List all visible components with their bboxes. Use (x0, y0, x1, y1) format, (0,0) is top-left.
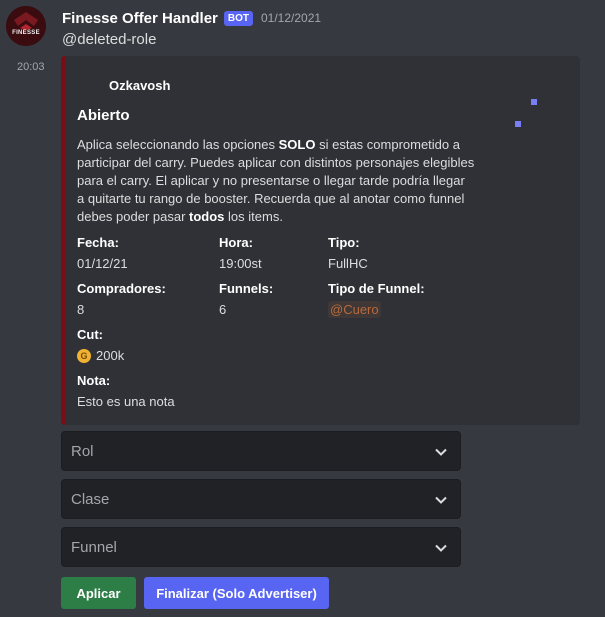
field-value: 6 (219, 302, 227, 317)
field-tipo: Tipo: FullHC (328, 234, 368, 272)
thumbnail-dot (515, 121, 521, 127)
message-timestamp: 01/12/2021 (261, 11, 322, 25)
field-compradores: Compradores: 8 (77, 280, 166, 318)
role-mention-text: @deleted-role (62, 31, 157, 48)
field-name: Compradores: (77, 281, 166, 296)
embed-title: Abierto (77, 107, 130, 124)
chevron-down-icon (435, 544, 447, 552)
field-name: Tipo de Funnel: (328, 281, 425, 296)
bot-avatar[interactable]: FINESSE (6, 6, 46, 46)
field-funnels: Funnels: 6 (219, 280, 273, 318)
field-cut: Cut: G 200k (77, 326, 124, 364)
field-value: 19:00st (219, 256, 262, 271)
field-name: Tipo: (328, 235, 360, 250)
message-header: Finesse Offer Handler BOT 01/12/2021 (62, 8, 321, 28)
select-clase[interactable]: Clase (61, 479, 461, 519)
embed-thumbnail[interactable] (486, 74, 566, 154)
field-name: Funnels: (219, 281, 274, 296)
field-hora: Hora: 19:00st (219, 234, 262, 272)
bot-badge: BOT (223, 10, 253, 26)
select-funnel[interactable]: Funnel (61, 527, 461, 567)
field-name: Nota: (77, 373, 111, 388)
desc-bold-1: SOLO (278, 137, 316, 152)
funnel-role-mention[interactable]: @Cuero (328, 301, 381, 318)
select-placeholder: Funnel (71, 539, 117, 556)
field-value: 01/12/21 (77, 256, 128, 271)
select-rol[interactable]: Rol (61, 431, 461, 471)
offer-embed: Ozkavosh Abierto Aplica seleccionando la… (61, 56, 580, 425)
field-value: 8 (77, 302, 85, 317)
field-name: Hora: (219, 235, 253, 250)
side-timestamp: 20:03 (17, 61, 45, 73)
finesse-logo-icon (6, 6, 46, 46)
gold-coin-icon: G (77, 348, 91, 363)
avatar-logo-text: FINESSE (12, 30, 40, 36)
field-tipo-funnel: Tipo de Funnel: @Cuero (328, 280, 425, 318)
embed-author: Ozkavosh (109, 78, 171, 93)
field-fecha: Fecha: 01/12/21 (77, 234, 128, 272)
apply-button[interactable]: Aplicar (61, 577, 136, 609)
desc-bold-2: todos (189, 209, 225, 224)
select-placeholder: Rol (71, 443, 94, 460)
field-value: 200k (96, 348, 125, 363)
thumbnail-dot (531, 99, 537, 105)
author-username[interactable]: Finesse Offer Handler (62, 10, 218, 27)
chevron-down-icon (435, 448, 447, 456)
field-value-wrap: G 200k (77, 347, 124, 364)
field-value: Esto es una nota (77, 394, 175, 409)
field-nota: Nota: Esto es una nota (77, 372, 175, 410)
desc-text-1: Aplica seleccionando las opciones (77, 137, 279, 152)
field-name: Cut: (77, 327, 103, 342)
chevron-down-icon (435, 496, 447, 504)
field-value: FullHC (328, 256, 368, 271)
field-name: Fecha: (77, 235, 119, 250)
select-placeholder: Clase (71, 491, 110, 508)
field-value-wrap: @Cuero (328, 301, 425, 318)
embed-description: Aplica seleccionando las opciones SOLO s… (77, 136, 475, 226)
finish-advertiser-button[interactable]: Finalizar (Solo Advertiser) (144, 577, 329, 609)
desc-text-3: los items. (224, 209, 283, 224)
embed-accent-bar (61, 56, 65, 425)
